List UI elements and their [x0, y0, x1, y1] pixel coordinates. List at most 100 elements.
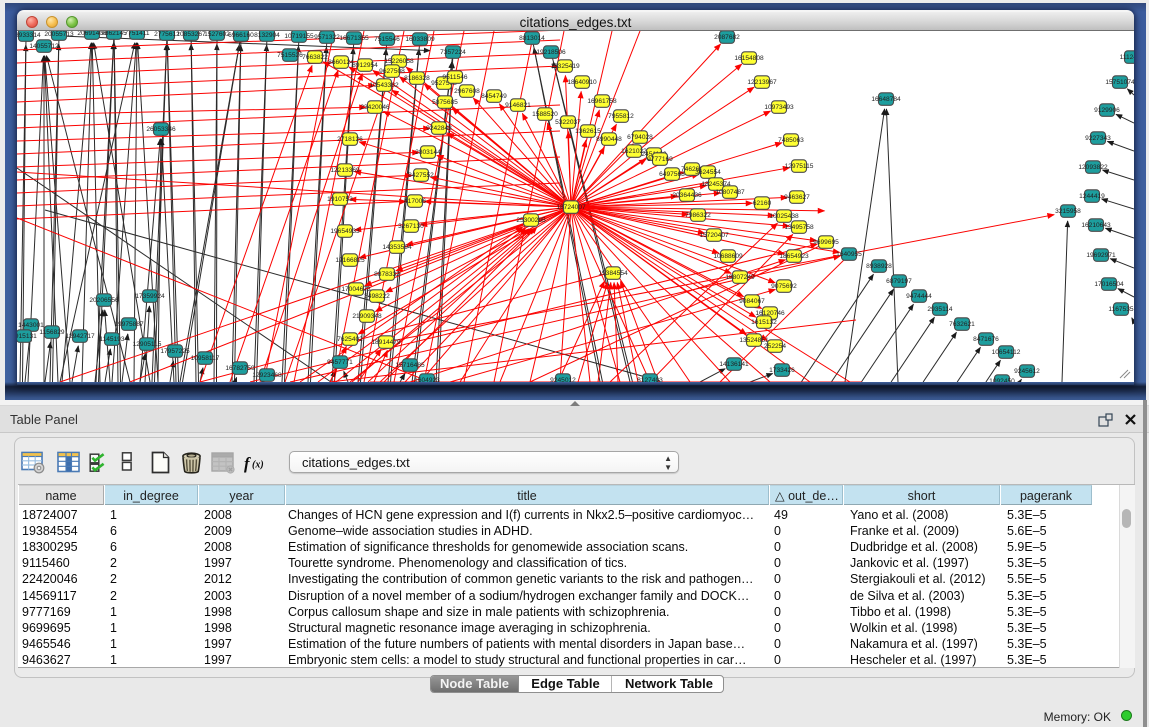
- svg-text:1615132: 1615132: [751, 319, 777, 326]
- svg-text:8878332: 8878332: [374, 271, 400, 278]
- svg-text:26053346: 26053346: [146, 126, 176, 133]
- svg-text:9457771: 9457771: [327, 359, 353, 366]
- svg-text:14353594: 14353594: [382, 244, 412, 251]
- svg-text:8471676: 8471676: [973, 336, 999, 343]
- svg-text:10973493: 10973493: [764, 104, 794, 111]
- svg-text:1640955: 1640955: [836, 251, 862, 258]
- svg-text:1910753: 1910753: [327, 196, 353, 203]
- svg-text:18724007: 18724007: [556, 204, 586, 211]
- svg-text:5875685: 5875685: [432, 99, 458, 106]
- svg-text:16154808: 16154808: [734, 55, 764, 62]
- svg-text:8938928: 8938928: [866, 263, 892, 270]
- svg-text:8990448: 8990448: [596, 136, 622, 143]
- svg-text:19166825: 19166825: [335, 257, 365, 264]
- svg-text:19218506: 19218506: [536, 49, 566, 56]
- svg-text:7955812: 7955812: [608, 113, 634, 120]
- svg-text:9227343: 9227343: [1085, 135, 1111, 142]
- svg-text:15751074: 15751074: [1105, 79, 1134, 86]
- svg-text:8912954: 8912954: [352, 62, 378, 69]
- svg-text:12093822: 12093822: [1078, 164, 1108, 171]
- svg-text:12942717: 12942717: [65, 333, 95, 340]
- svg-text:8813014: 8813014: [519, 35, 545, 42]
- svg-text:16648784: 16648784: [871, 96, 901, 103]
- svg-text:9511546: 9511546: [442, 74, 468, 81]
- svg-text:16210643: 16210643: [1081, 222, 1111, 229]
- svg-text:12213967: 12213967: [747, 79, 777, 86]
- svg-text:14055712: 14055712: [29, 43, 59, 50]
- svg-text:12923468: 12923468: [252, 372, 282, 379]
- svg-text:16033809: 16033809: [405, 36, 435, 43]
- svg-text:9862145: 9862145: [101, 31, 127, 37]
- svg-text:7751411: 7751411: [124, 31, 150, 37]
- svg-text:6879197: 6879197: [886, 278, 912, 285]
- svg-text:7986322: 7986322: [685, 212, 711, 219]
- svg-text:10958117: 10958117: [191, 355, 220, 362]
- svg-text:9627508: 9627508: [379, 68, 405, 75]
- svg-text:1156829: 1156829: [39, 329, 65, 336]
- svg-text:10543382: 10543382: [369, 82, 399, 89]
- svg-text:9245612: 9245612: [1014, 368, 1040, 375]
- svg-text:15226058: 15226058: [384, 58, 414, 65]
- svg-text:9129906: 9129906: [1094, 107, 1120, 114]
- svg-text:9474444: 9474444: [906, 293, 932, 300]
- svg-text:18640910: 18640910: [567, 79, 597, 86]
- svg-text:18914479: 18914479: [371, 339, 401, 346]
- svg-text:20055713: 20055713: [44, 31, 74, 38]
- svg-text:3915131: 3915131: [17, 333, 37, 340]
- svg-text:7632621: 7632621: [949, 321, 975, 328]
- svg-text:16961758: 16961758: [587, 98, 617, 105]
- svg-text:18933314: 18933314: [17, 32, 41, 39]
- svg-text:23420046: 23420046: [360, 104, 390, 111]
- svg-text:9075692: 9075692: [771, 283, 797, 290]
- svg-text:18654923: 18654923: [779, 253, 809, 260]
- svg-text:1443001: 1443001: [18, 322, 44, 329]
- svg-text:9146821: 9146821: [505, 102, 531, 109]
- svg-text:12213369: 12213369: [330, 167, 360, 174]
- svg-text:19384554: 19384554: [598, 270, 628, 277]
- svg-text:20364436: 20364436: [672, 192, 702, 199]
- svg-text:19654933: 19654933: [330, 228, 360, 235]
- svg-text:15716485: 15716485: [395, 362, 425, 369]
- svg-text:17016504: 17016504: [1094, 281, 1124, 288]
- svg-text:1362615: 1362615: [575, 128, 601, 135]
- svg-text:16671355: 16671355: [339, 35, 369, 42]
- svg-text:13495758: 13495758: [784, 224, 814, 231]
- svg-text:9242848: 9242848: [426, 125, 452, 132]
- svg-text:12905115: 12905115: [133, 341, 162, 348]
- svg-text:19975887: 19975887: [114, 321, 144, 328]
- svg-text:1244419: 1244419: [1079, 193, 1105, 200]
- svg-text:8660124: 8660124: [328, 59, 354, 66]
- svg-text:10807487: 10807487: [715, 189, 745, 196]
- svg-text:62160: 62160: [753, 200, 772, 207]
- svg-text:20206556: 20206556: [89, 297, 119, 304]
- svg-text:7357224: 7357224: [440, 49, 466, 56]
- svg-text:(x): (x): [252, 460, 264, 471]
- svg-text:9084067: 9084067: [739, 298, 765, 305]
- svg-text:3267130: 3267130: [398, 223, 424, 230]
- svg-text:8454749: 8454749: [481, 93, 507, 100]
- svg-text:2935114: 2935114: [927, 306, 953, 313]
- svg-text:10853267: 10853267: [176, 31, 206, 38]
- svg-text:f: f: [244, 454, 251, 473]
- svg-text:5322037: 5322037: [555, 119, 581, 126]
- svg-text:3624554: 3624554: [695, 169, 721, 176]
- svg-text:1733426: 1733426: [769, 367, 795, 374]
- svg-text:10719155: 10719155: [284, 33, 314, 40]
- svg-text:14136141: 14136141: [719, 361, 749, 368]
- svg-text:17359924: 17359924: [135, 293, 165, 300]
- svg-text:252254: 252254: [764, 343, 786, 350]
- svg-text:16782759: 16782759: [225, 365, 255, 372]
- svg-text:6966160: 6966160: [228, 32, 254, 39]
- svg-text:7663822: 7663822: [302, 54, 328, 61]
- svg-text:1588520: 1588520: [532, 111, 558, 118]
- svg-text:2803144: 2803144: [415, 149, 441, 156]
- svg-text:3498222: 3498222: [364, 293, 390, 300]
- svg-text:25300285: 25300285: [516, 217, 546, 224]
- svg-text:17957225: 17957225: [160, 348, 190, 355]
- svg-text:1167535: 1167535: [1108, 306, 1134, 313]
- svg-text:9571322: 9571322: [314, 34, 340, 41]
- svg-text:17004673: 17004673: [341, 286, 371, 293]
- svg-text:6794028: 6794028: [627, 134, 653, 141]
- svg-text:9463627: 9463627: [784, 194, 810, 201]
- svg-text:1145193: 1145193: [99, 336, 125, 343]
